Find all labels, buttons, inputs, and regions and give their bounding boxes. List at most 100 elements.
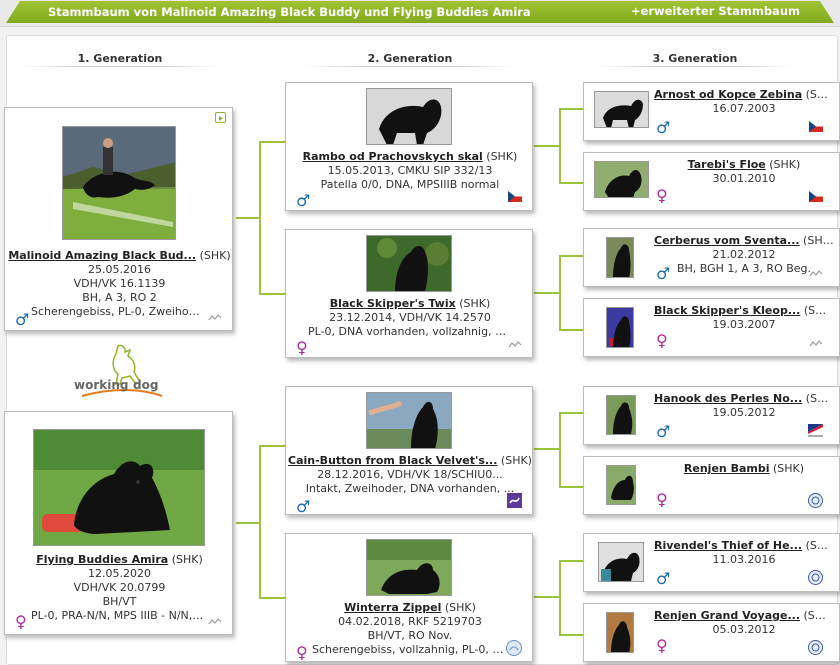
dog-name-link[interactable]: Malinoid Amazing Black Bud...	[8, 249, 196, 262]
dog-card-gen3-4[interactable]: Black Skipper's Kleop... (SHK) 19.03.200…	[583, 298, 840, 357]
club-logo-icon	[808, 570, 823, 585]
dog-photo[interactable]	[594, 161, 649, 198]
dog-photo[interactable]	[366, 539, 452, 596]
connector	[559, 412, 561, 488]
connector	[259, 141, 286, 143]
dog-card-dam-dam[interactable]: Winterra Zippel (SHK) 04.02.2018, RKF 52…	[285, 533, 533, 662]
dog-name-link[interactable]: Cain-Button from Black Velvet's...	[288, 454, 497, 467]
dog-name-link[interactable]: Flying Buddies Amira	[36, 553, 168, 566]
dog-info: Flying Buddies Amira (SHK) 12.05.2020 VD…	[5, 553, 234, 623]
birth-date: 19.03.2007	[712, 318, 776, 331]
dog-name-link[interactable]: Renjen Grand Voyage...	[654, 609, 800, 622]
video-icon[interactable]	[215, 112, 226, 123]
connector	[559, 560, 584, 562]
dog-photo[interactable]	[62, 126, 176, 240]
male-icon: ♂	[656, 264, 671, 283]
breed-code: (SHK)	[803, 609, 835, 622]
breed-code: (SHK)	[805, 88, 834, 101]
connector	[236, 217, 260, 219]
female-icon: ♀	[296, 338, 308, 357]
breed-code: (SHK)	[199, 249, 231, 262]
breed-code: (SHK)	[459, 297, 491, 310]
breed-code: (SHK)	[444, 601, 476, 614]
more-icon[interactable]	[208, 617, 222, 625]
connector	[559, 329, 584, 331]
female-icon: ♀	[656, 490, 668, 509]
connector	[559, 255, 561, 331]
connector	[559, 255, 584, 257]
connector	[534, 596, 560, 598]
more-icon[interactable]	[208, 313, 222, 321]
more-icon[interactable]	[809, 269, 823, 277]
more-icon[interactable]	[809, 339, 823, 347]
breed-code: (SHK)	[773, 462, 805, 475]
titles: BH/VT, RO Nov.	[367, 629, 453, 642]
dog-card-gen3-5[interactable]: Hanook des Perles No... (SHK) 19.05.2012…	[583, 386, 840, 445]
connector	[534, 145, 560, 147]
dog-photo[interactable]	[606, 237, 634, 278]
dog-info: Arnost od Kopce Zebina (SHK) 16.07.2003	[654, 88, 834, 116]
page-title: Stammbaum von Malinoid Amazing Black Bud…	[48, 5, 531, 19]
dog-photo[interactable]	[606, 612, 634, 653]
dog-photo[interactable]	[598, 542, 644, 582]
dog-card-gen3-8[interactable]: Renjen Grand Voyage... (SHK) 05.03.2012 …	[583, 603, 840, 662]
connector	[259, 597, 286, 599]
dog-card-gen3-1[interactable]: Arnost od Kopce Zebina (SHK) 16.07.2003 …	[583, 82, 840, 141]
dog-name-link[interactable]: Black Skipper's Twix	[330, 297, 456, 310]
dog-name-link[interactable]: Hanook des Perles No...	[654, 392, 802, 405]
dog-card-sire[interactable]: Malinoid Amazing Black Bud... (SHK) 25.0…	[4, 107, 233, 331]
dog-name-link[interactable]: Black Skipper's Kleop...	[654, 304, 800, 317]
dog-name-link[interactable]: Winterra Zippel	[344, 601, 441, 614]
dog-card-gen3-3[interactable]: Cerberus vom Sventa... (SHK) 21.02.2012 …	[583, 228, 840, 287]
dog-name-link[interactable]: Arnost od Kopce Zebina	[654, 88, 802, 101]
dog-card-gen3-6[interactable]: Renjen Bambi (SHK) ♀	[583, 456, 840, 515]
breed-code: (SHK)	[769, 158, 801, 171]
logo-text-working: working	[74, 378, 129, 392]
dog-name-link[interactable]: Tarebi's Floe	[688, 158, 766, 171]
club-logo-icon	[808, 424, 823, 437]
female-icon: ♀	[15, 612, 27, 631]
birth-date: 21.02.2012	[712, 248, 776, 261]
dog-info: Black Skipper's Kleop... (SHK) 19.03.200…	[654, 304, 834, 332]
dog-info: Black Skipper's Twix (SHK) 23.12.2014, V…	[286, 297, 534, 339]
dog-card-gen3-2[interactable]: Tarebi's Floe (SHK) 30.01.2010 ♀	[583, 152, 840, 211]
dog-info: Renjen Bambi (SHK)	[654, 462, 834, 476]
male-icon: ♂	[296, 497, 311, 516]
birth-date: 05.03.2012	[712, 623, 776, 636]
dog-photo[interactable]	[366, 88, 452, 145]
dog-info: Cerberus vom Sventa... (SHK) 21.02.2012 …	[654, 234, 834, 276]
connector	[534, 292, 560, 294]
dog-photo[interactable]	[606, 395, 636, 435]
dog-info: Cain-Button from Black Velvet's... (SHK)…	[286, 454, 534, 496]
dog-card-sire-dam[interactable]: Black Skipper's Twix (SHK) 23.12.2014, V…	[285, 229, 533, 358]
registration: VDH/VK 20.0799	[73, 581, 166, 594]
birth-registration: 04.02.2018, RKF 5219703	[338, 615, 482, 628]
dog-info: Malinoid Amazing Black Bud... (SHK) 25.0…	[5, 249, 234, 319]
connector	[236, 522, 260, 524]
breed-code: (SHK)	[803, 234, 834, 247]
dog-name-link[interactable]: Rivendel's Thief of He...	[654, 539, 802, 552]
dog-info: Winterra Zippel (SHK) 04.02.2018, RKF 52…	[286, 601, 534, 657]
dog-photo[interactable]	[594, 91, 649, 128]
dog-card-dam[interactable]: Flying Buddies Amira (SHK) 12.05.2020 VD…	[4, 411, 233, 635]
generation-2-underline	[300, 66, 520, 67]
dog-photo[interactable]	[366, 235, 452, 292]
dog-name-link[interactable]: Renjen Bambi	[684, 462, 770, 475]
club-logo-icon	[506, 640, 522, 656]
dog-card-dam-sire[interactable]: Cain-Button from Black Velvet's... (SHK)…	[285, 386, 533, 515]
birth-date: 19.05.2012	[712, 406, 776, 419]
dog-name-link[interactable]: Cerberus vom Sventa...	[654, 234, 800, 247]
birth-date: 12.05.2020	[88, 567, 151, 580]
dog-photo[interactable]	[606, 465, 636, 505]
dog-name-link[interactable]: Rambo od Prachovskych skal	[303, 150, 483, 163]
titles: BH, BGH 1, A 3, RO Beg.	[676, 262, 812, 275]
dog-info: Renjen Grand Voyage... (SHK) 05.03.2012	[654, 609, 834, 637]
connector	[259, 445, 261, 599]
dog-photo[interactable]	[606, 307, 634, 348]
more-icon[interactable]	[508, 340, 522, 348]
dog-photo[interactable]	[33, 429, 205, 546]
dog-photo[interactable]	[366, 392, 452, 449]
dog-card-gen3-7[interactable]: Rivendel's Thief of He... (SHK) 11.03.20…	[583, 533, 840, 592]
dog-card-sire-sire[interactable]: Rambo od Prachovskych skal (SHK) 15.05.2…	[285, 82, 533, 211]
extended-pedigree-link[interactable]: +erweiterter Stammbaum	[631, 4, 800, 18]
